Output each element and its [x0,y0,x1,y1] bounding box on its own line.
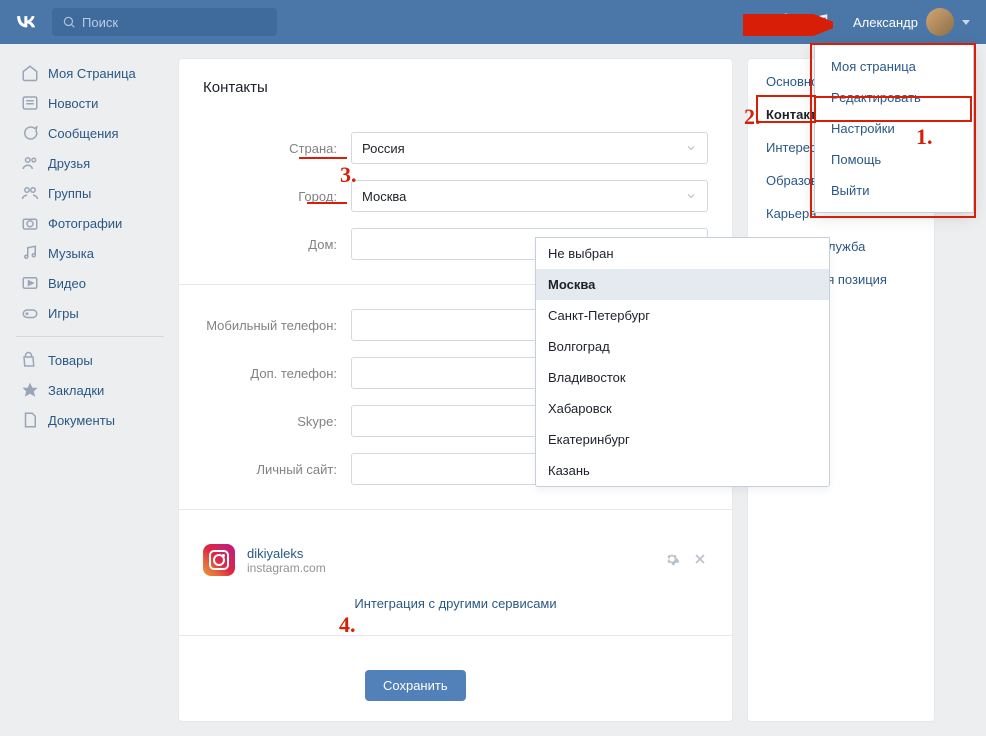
camera-icon [20,213,40,233]
sidebar-item-messages[interactable]: Сообщения [16,118,164,148]
sidebar-item-market[interactable]: Товары [16,345,164,375]
dropdown-item[interactable]: Екатеринбург [536,424,829,455]
sidebar: Моя Страница Новости Сообщения Друзья Гр… [16,58,164,722]
header-user[interactable]: Александр [849,8,974,36]
search-box[interactable] [52,8,277,36]
country-select[interactable]: Россия [351,132,708,164]
notifications-icon[interactable] [777,12,795,33]
sidebar-item-photos[interactable]: Фотографии [16,208,164,238]
sidebar-item-music[interactable]: Музыка [16,238,164,268]
user-menu-help[interactable]: Помощь [815,144,973,175]
chevron-down-icon [685,142,697,154]
chevron-down-icon [685,190,697,202]
gamepad-icon [20,303,40,323]
save-button[interactable]: Сохранить [365,670,466,701]
user-menu-my-page[interactable]: Моя страница [815,51,973,82]
dropdown-item[interactable]: Владивосток [536,362,829,393]
user-menu-settings[interactable]: Настройки [815,113,973,144]
home-icon [20,63,40,83]
dropdown-item[interactable]: Санкт-Петербург [536,300,829,331]
instagram-icon [203,544,235,576]
news-icon [20,93,40,113]
row-city: Город: Москва [203,180,708,212]
instagram-username[interactable]: dikiyaleks [247,546,326,561]
groups-icon [20,183,40,203]
sidebar-item-my-page[interactable]: Моя Страница [16,58,164,88]
city-dropdown-list[interactable]: Не выбран Москва Санкт-Петербург Волгогр… [535,237,830,487]
sidebar-item-games[interactable]: Игры [16,298,164,328]
user-menu-edit[interactable]: Редактировать [815,82,973,113]
integration-more-link[interactable]: Интеграция с другими сервисами [203,596,708,611]
close-icon[interactable] [692,551,708,570]
page-title: Контакты [203,79,708,96]
friends-icon [20,153,40,173]
form-panel: Контакты Страна: Россия Город: Москва До… [178,58,733,722]
document-icon [20,410,40,430]
city-select[interactable]: Москва [351,180,708,212]
instagram-domain: instagram.com [247,561,326,575]
music-icon[interactable] [813,12,831,33]
chevron-down-icon [962,20,970,25]
form-divider [179,635,732,636]
avatar [926,8,954,36]
vk-logo[interactable] [12,7,40,38]
sidebar-divider [16,336,164,337]
sidebar-item-news[interactable]: Новости [16,88,164,118]
search-icon [62,15,76,29]
form-divider [179,509,732,510]
user-menu: Моя страница Редактировать Настройки Пом… [814,44,974,213]
music-note-icon [20,243,40,263]
user-menu-logout[interactable]: Выйти [815,175,973,206]
dropdown-item[interactable]: Не выбран [536,238,829,269]
gear-icon[interactable] [664,551,680,570]
dropdown-item[interactable]: Москва [536,269,829,300]
sidebar-item-groups[interactable]: Группы [16,178,164,208]
sidebar-item-video[interactable]: Видео [16,268,164,298]
header: Александр [0,0,986,44]
dropdown-item[interactable]: Казань [536,455,829,486]
bag-icon [20,350,40,370]
user-name: Александр [853,15,918,30]
star-icon [20,380,40,400]
sidebar-item-bookmarks[interactable]: Закладки [16,375,164,405]
dropdown-item[interactable]: Волгоград [536,331,829,362]
messages-icon [20,123,40,143]
row-country: Страна: Россия [203,132,708,164]
dropdown-item[interactable]: Хабаровск [536,393,829,424]
sidebar-item-documents[interactable]: Документы [16,405,164,435]
search-input[interactable] [82,15,262,30]
video-icon [20,273,40,293]
instagram-integration: dikiyaleks instagram.com [203,534,708,586]
sidebar-item-friends[interactable]: Друзья [16,148,164,178]
